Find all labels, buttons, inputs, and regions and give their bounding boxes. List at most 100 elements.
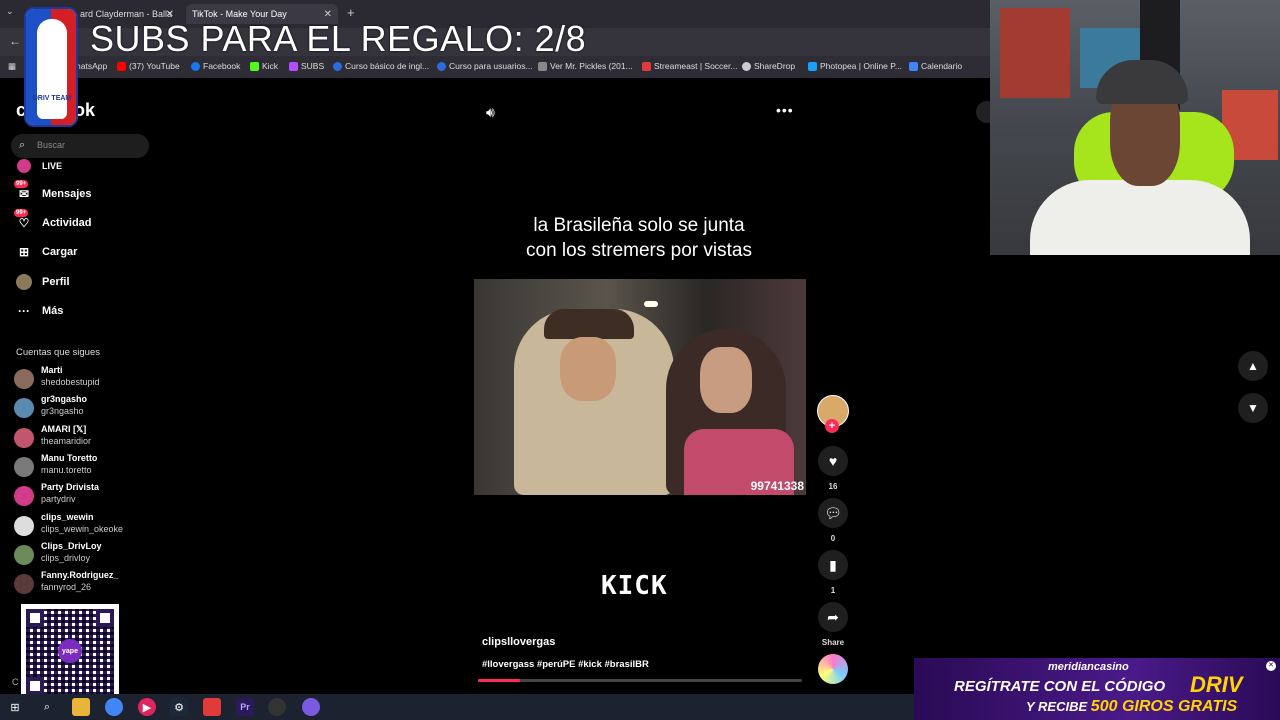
sharedrop-icon: [742, 61, 751, 71]
bookmark-curso-usuarios[interactable]: Curso para usuarios...: [437, 61, 533, 71]
following-account[interactable]: Clips_DrivLoy clips_drivloy: [14, 541, 154, 567]
search-icon: ⌕: [19, 139, 26, 151]
back-arrow-icon[interactable]: ←: [9, 34, 21, 48]
live-icon: [16, 158, 32, 174]
following-account[interactable]: Fanny.Rodriguez_ fannyrod_26: [14, 570, 154, 596]
next-video-button[interactable]: ▼: [1238, 393, 1268, 423]
video-frame[interactable]: 99741338: [474, 279, 806, 495]
video-author[interactable]: clipsllovergas: [482, 636, 555, 648]
chrome-icon[interactable]: [105, 698, 123, 716]
save-count: 1: [830, 586, 836, 595]
youtube-icon: [117, 61, 126, 71]
casino-ad-banner[interactable]: meridiancasino REGÍTRATE CON EL CÓDIGO D…: [914, 658, 1280, 720]
promo-code: DRIV: [1190, 672, 1243, 697]
windows-start-icon[interactable]: ⊞: [6, 698, 24, 716]
search-placeholder: Buscar: [37, 140, 66, 150]
course-icon: [437, 61, 446, 71]
nav-messages[interactable]: ✉ 99+ Mensajes: [14, 180, 92, 204]
calendar-icon: [909, 61, 918, 71]
like-count: 16: [828, 482, 838, 491]
search-input[interactable]: ⌕ Buscar: [11, 134, 149, 158]
bookmark-whatsapp[interactable]: hatsApp: [76, 61, 107, 71]
video-caption: la Brasileña solo se junta con los strem…: [526, 215, 752, 261]
following-account[interactable]: AMARI [𝕏] theamaridior: [14, 424, 154, 450]
following-account[interactable]: Party Drivista partydriv: [14, 482, 154, 508]
volume-icon[interactable]: 🔊︎: [486, 104, 495, 121]
share-button[interactable]: ➦: [818, 602, 848, 632]
save-button[interactable]: ▮: [818, 550, 848, 580]
bookmark-calendario[interactable]: Calendario: [909, 61, 962, 71]
discord-icon[interactable]: [302, 698, 320, 716]
file-explorer-icon[interactable]: [72, 698, 90, 716]
more-options-icon[interactable]: •••: [776, 102, 794, 118]
comment-button[interactable]: 💬︎: [818, 498, 848, 528]
notification-badge: 99+: [14, 180, 29, 188]
casino-brand: meridiancasino: [1048, 661, 1129, 673]
yape-qr-code: yape: [21, 604, 119, 700]
close-icon[interactable]: ✕: [1266, 661, 1276, 671]
video-hashtags[interactable]: #llovergass #perúPE #kick #brasilBR: [482, 659, 649, 670]
avatar: [14, 516, 34, 536]
steam-icon[interactable]: ⚙: [170, 698, 188, 716]
upload-icon: ⊞: [18, 245, 30, 259]
driv-team-logo: DRIV TEAM: [24, 7, 78, 127]
photopea-icon: [808, 61, 817, 71]
avatar: [14, 545, 34, 565]
avatar: [14, 457, 34, 477]
bookmark-sharedrop[interactable]: ShareDrop: [742, 61, 795, 71]
bookmark-streameast[interactable]: Streameast | Soccer...: [642, 61, 737, 71]
nav-upload[interactable]: ⊞ Cargar: [16, 242, 78, 262]
chevron-up-icon: ▲: [1247, 359, 1259, 373]
apps-icon[interactable]: ▦: [8, 61, 16, 72]
like-button[interactable]: ♥: [818, 446, 848, 476]
following-account[interactable]: Marti shedobestupid: [14, 365, 154, 391]
bookmark-curso-ingles[interactable]: Curso básico de ingl...: [333, 61, 429, 71]
tab-list-icon[interactable]: ⌄: [6, 6, 14, 17]
app-icon[interactable]: [203, 698, 221, 716]
obs-icon[interactable]: [268, 698, 286, 716]
subs-icon: [289, 61, 298, 71]
media-player-icon[interactable]: ▶: [138, 698, 156, 716]
avatar: [14, 428, 34, 448]
following-title: Cuentas que sigues: [16, 347, 100, 358]
tv-icon: [538, 61, 547, 71]
bookmark-icon: ▮: [829, 556, 837, 573]
video-progress-bar[interactable]: [478, 679, 802, 682]
stream-overlay-title: SUBS PARA EL REGALO: 2/8: [90, 18, 587, 59]
webcam-feed: [990, 0, 1280, 255]
following-account[interactable]: Manu Toretto manu.toretto: [14, 453, 154, 479]
share-label: Share: [821, 638, 845, 647]
nav-activity[interactable]: ♡ 99+ Actividad: [14, 209, 92, 233]
windows-taskbar: ⊞ ⌕ ▶ ⚙ Pr: [0, 694, 914, 720]
music-disc-icon[interactable]: [818, 654, 848, 684]
following-account[interactable]: clips_wewin clips_wewin_okeoke: [14, 512, 154, 538]
messages-icon: ✉ 99+: [14, 180, 30, 201]
avatar: [14, 486, 34, 506]
heart-icon: ♥: [828, 453, 838, 469]
bookmark-subs[interactable]: SUBS: [289, 61, 324, 71]
comment-icon: 💬︎: [824, 504, 842, 521]
bookmark-youtube[interactable]: (37) YouTube: [117, 61, 180, 71]
search-icon[interactable]: ⌕: [38, 698, 56, 716]
previous-video-button[interactable]: ▲: [1238, 351, 1268, 381]
nav-more[interactable]: ··· Más: [16, 301, 63, 321]
nav-profile[interactable]: Perfil: [16, 272, 70, 292]
facebook-icon: [191, 61, 200, 71]
streameast-icon: [642, 61, 651, 71]
notification-badge: 99+: [14, 209, 29, 217]
course-icon: [333, 61, 342, 71]
following-account[interactable]: gr3ngasho gr3ngasho: [14, 394, 154, 420]
nav-live[interactable]: LIVE: [16, 156, 62, 176]
avatar: [14, 574, 34, 594]
bookmark-facebook[interactable]: Facebook: [191, 61, 240, 71]
yape-logo: yape: [58, 639, 82, 663]
progress-fill: [478, 679, 521, 682]
bookmark-photopea[interactable]: Photopea | Online P...: [808, 61, 902, 71]
follow-plus-icon[interactable]: +: [825, 419, 839, 433]
avatar: [14, 398, 34, 418]
bookmark-kick[interactable]: Kick: [250, 61, 278, 71]
bookmark-mr-pickles[interactable]: Ver Mr. Pickles (201...: [538, 61, 633, 71]
chevron-down-icon: ▼: [1247, 401, 1259, 415]
activity-icon: ♡ 99+: [14, 209, 30, 230]
premiere-icon[interactable]: Pr: [236, 698, 254, 716]
